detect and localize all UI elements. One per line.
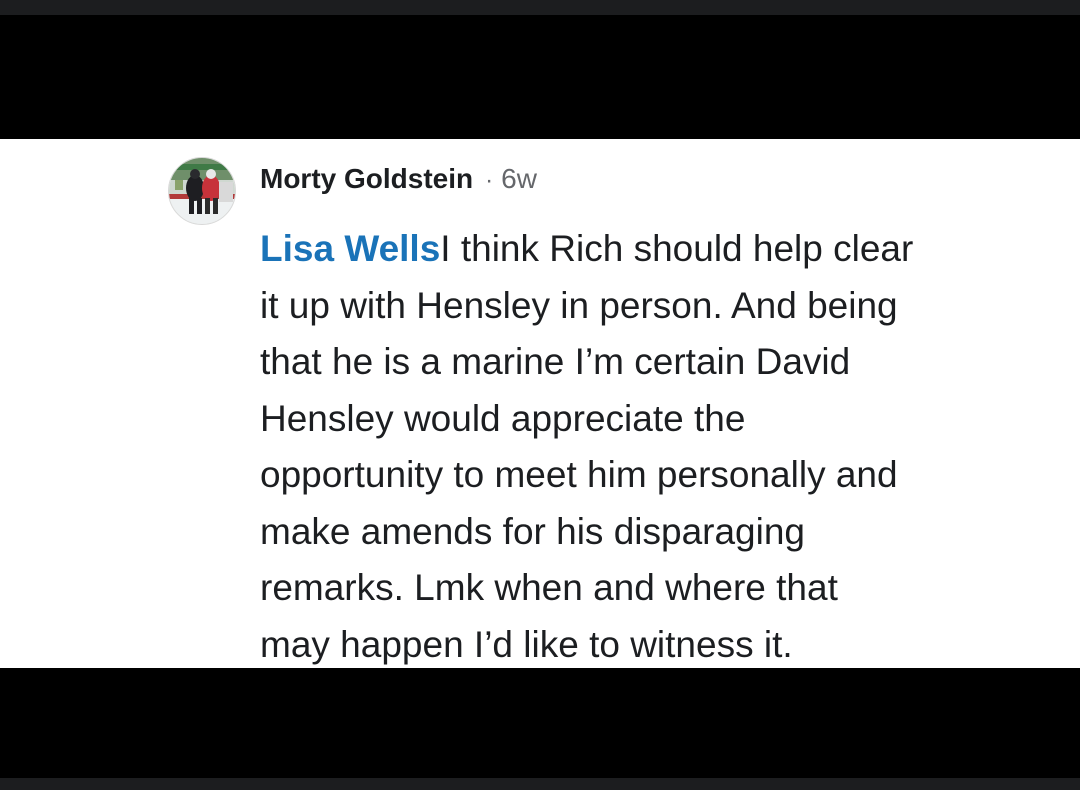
comment-line: Hensley would appreciate the [260, 397, 746, 439]
comment-header: Morty Goldstein · 6w [260, 163, 537, 203]
comment-line: may happen I’d like to witness it. [260, 623, 793, 665]
comment-timestamp[interactable]: 6w [501, 163, 537, 195]
author-avatar[interactable] [168, 157, 236, 225]
bottom-black-bar [0, 668, 1080, 778]
author-name-link[interactable]: Morty Goldstein [260, 163, 473, 195]
comment-line: opportunity to meet him personally and [260, 454, 898, 495]
comment-text: Lisa WellsI think Rich should help clear… [260, 221, 1060, 673]
bottom-edge-strip [0, 778, 1080, 790]
hockey-player-avatar-icon [169, 158, 235, 224]
comment-line: remarks. Lmk when and where that [260, 567, 838, 608]
comment-line: make amends for his disparaging [260, 510, 806, 552]
comment-line: that he is a marine I’m certain David [260, 341, 851, 382]
comment-line-text: I think Rich should help clear [440, 228, 914, 269]
separator-dot: · [485, 167, 494, 194]
comment-line: Lisa WellsI think Rich should help clear [260, 221, 1060, 278]
mention-link[interactable]: Lisa Wells [260, 228, 440, 269]
top-edge-strip [0, 0, 1080, 15]
top-black-bar [0, 15, 1080, 139]
comment-line: it up with Hensley in person. And being [260, 284, 898, 326]
